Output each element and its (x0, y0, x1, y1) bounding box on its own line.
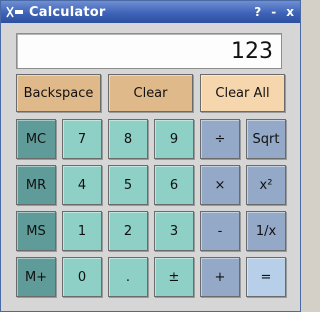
sign-toggle-button[interactable]: ± (154, 257, 194, 297)
digit-1-button[interactable]: 1 (62, 211, 102, 251)
digit-9-button[interactable]: 9 (154, 119, 194, 159)
calculator-app-icon[interactable] (1, 1, 29, 23)
memory-add-button[interactable]: M+ (16, 257, 56, 297)
multiply-button[interactable]: × (200, 165, 240, 205)
digit-5-button[interactable]: 5 (108, 165, 148, 205)
equals-button[interactable]: = (246, 257, 286, 297)
reciprocal-button[interactable]: 1/x (246, 211, 286, 251)
divide-button[interactable]: ÷ (200, 119, 240, 159)
x-pin-icon (6, 6, 23, 18)
digit-7-button[interactable]: 7 (62, 119, 102, 159)
title-buttons: ? - x (254, 1, 294, 23)
digit-3-button[interactable]: 3 (154, 211, 194, 251)
memory-store-button[interactable]: MS (16, 211, 56, 251)
sqrt-button[interactable]: Sqrt (246, 119, 286, 159)
backspace-button[interactable]: Backspace (16, 74, 101, 112)
digit-8-button[interactable]: 8 (108, 119, 148, 159)
decimal-point-button[interactable]: . (108, 257, 148, 297)
digit-2-button[interactable]: 2 (108, 211, 148, 251)
window-title: Calculator (29, 4, 106, 20)
memory-recall-button[interactable]: MR (16, 165, 56, 205)
digit-6-button[interactable]: 6 (154, 165, 194, 205)
memory-clear-button[interactable]: MC (16, 119, 56, 159)
minimize-button[interactable]: - (271, 5, 276, 19)
add-button[interactable]: + (200, 257, 240, 297)
result-display[interactable]: 123 (16, 33, 282, 69)
close-button[interactable]: x (286, 5, 294, 19)
digit-0-button[interactable]: 0 (62, 257, 102, 297)
square-button[interactable]: x² (246, 165, 286, 205)
calculator-window: Calculator ? - x 123 Backspace Clear Cle… (0, 0, 301, 312)
clear-button[interactable]: Clear (108, 74, 193, 112)
title-bar[interactable]: Calculator ? - x (1, 1, 300, 23)
help-button[interactable]: ? (254, 5, 261, 19)
clear-all-button[interactable]: Clear All (200, 74, 285, 112)
digit-4-button[interactable]: 4 (62, 165, 102, 205)
subtract-button[interactable]: - (200, 211, 240, 251)
